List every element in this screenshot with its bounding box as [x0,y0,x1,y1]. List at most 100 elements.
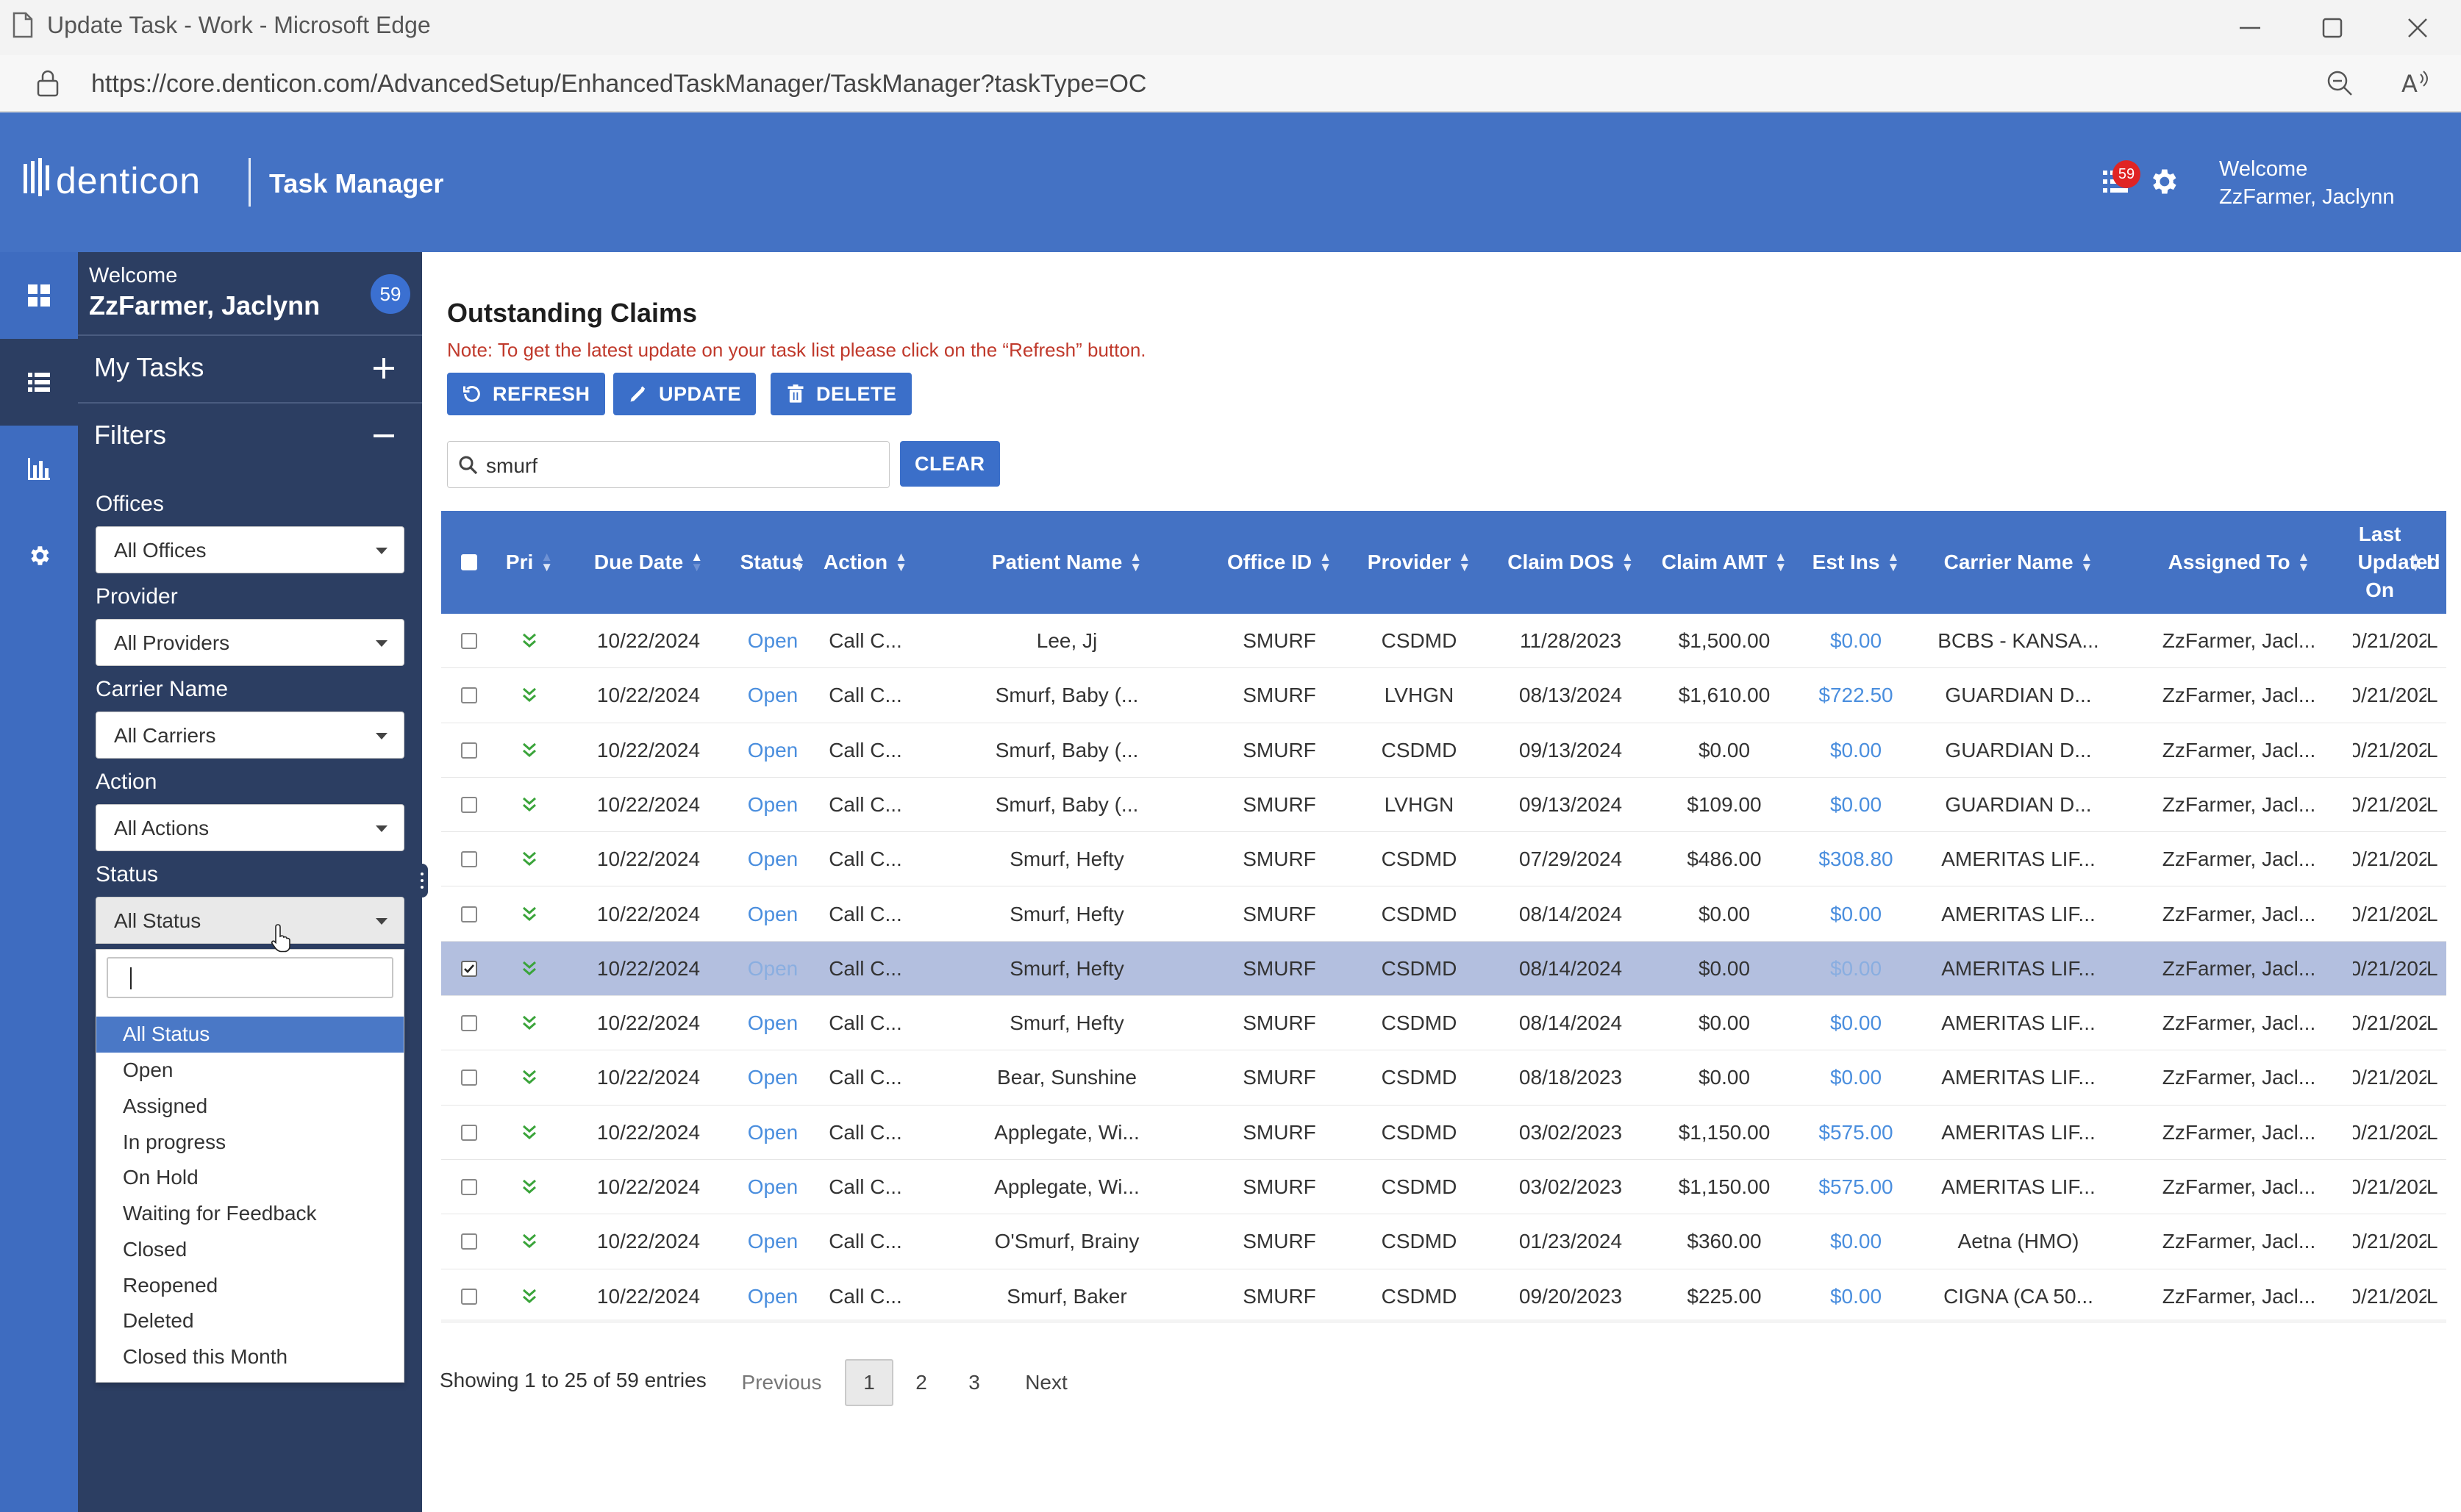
sort-icon[interactable]: ▲ ▼ [793,551,806,573]
status-select[interactable]: All Status [96,897,404,944]
cell-status[interactable]: Open [735,942,810,996]
cell-status[interactable]: Open [735,1106,810,1160]
cell-est[interactable]: $0.00 [1800,778,1912,832]
cell-est[interactable]: $0.00 [1800,996,1912,1050]
column-header-action[interactable]: Action ▲ ▼ [810,511,921,614]
column-header-due-date[interactable]: Due Date ▲ ▼ [562,511,735,614]
rail-reports[interactable] [0,426,78,512]
cell-status[interactable]: Open [735,614,810,668]
cell-est[interactable]: $575.00 [1800,1106,1912,1160]
url-text[interactable]: https://core.denticon.com/AdvancedSetup/… [91,70,1146,98]
column-header-pri[interactable]: Pri ▲ ▼ [497,511,562,614]
cell-status[interactable]: Open [735,832,810,886]
cell-patient[interactable]: Applegate, Wi... [921,1160,1213,1214]
cell-status[interactable]: Open [735,1214,810,1269]
sort-icon[interactable]: ▲ ▼ [2081,551,2093,573]
row-checkbox[interactable] [441,996,497,1050]
close-icon[interactable] [2403,13,2432,43]
status-option-closed-this-month[interactable]: Closed this Month [96,1339,404,1375]
cell-est[interactable]: $0.00 [1800,1214,1912,1269]
cell-status[interactable]: Open [735,1269,810,1323]
status-option-reopened[interactable]: Reopened [96,1268,404,1304]
search-input[interactable]: smurf [447,441,890,488]
rail-dashboard[interactable] [0,252,78,339]
filters-section[interactable]: Filters [78,402,422,468]
cell-status[interactable]: Open [735,1050,810,1105]
sort-icon[interactable]: ▲ ▼ [540,551,553,573]
cell-est[interactable]: $0.00 [1800,614,1912,668]
status-option-on-hold[interactable]: On Hold [96,1160,404,1196]
cell-est[interactable]: $0.00 [1800,942,1912,996]
table-row[interactable]: 10/22/2024 Open Call C... Bear, Sunshine SMU… [441,1050,2446,1106]
cell-status[interactable]: Open [735,778,810,832]
cell-patient[interactable]: Smurf, Hefty [921,887,1213,942]
cell-patient[interactable]: O'Smurf, Brainy [921,1214,1213,1269]
status-option-all-status[interactable]: All Status [96,1017,404,1053]
maximize-icon[interactable] [2318,13,2347,43]
table-row[interactable]: 10/22/2024 Open Call C... Smurf, Hefty SMURF… [441,941,2446,997]
cell-patient[interactable]: Applegate, Wi... [921,1106,1213,1160]
address-bar[interactable]: https://core.denticon.com/AdvancedSetup/… [0,55,2461,112]
read-aloud-icon[interactable]: A [2399,67,2431,99]
column-header-claim-dos[interactable]: Claim DOS ▲ ▼ [1493,511,1649,614]
cell-patient[interactable]: Smurf, Baker [921,1269,1213,1323]
refresh-button[interactable]: REFRESH [447,373,605,415]
column-header-patient-name[interactable]: Patient Name ▲ ▼ [921,511,1213,614]
row-checkbox[interactable] [441,1160,497,1214]
row-checkbox[interactable] [441,1106,497,1160]
rail-settings[interactable] [0,512,78,599]
row-checkbox[interactable] [441,1214,497,1269]
zoom-out-icon[interactable] [2325,68,2354,98]
row-checkbox[interactable] [441,778,497,832]
status-option-assigned[interactable]: Assigned [96,1089,404,1125]
minimize-icon[interactable] [2235,13,2265,43]
row-checkbox[interactable] [441,723,497,778]
column-header-est-ins[interactable]: Est Ins ▲ ▼ [1800,511,1912,614]
cell-est[interactable]: $0.00 [1800,887,1912,942]
cell-patient[interactable]: Smurf, Baby (... [921,778,1213,832]
column-header-l[interactable]: L [2426,511,2446,614]
minus-icon[interactable] [369,421,399,451]
row-checkbox[interactable] [441,1269,497,1323]
column-header-provider[interactable]: Provider ▲ ▼ [1346,511,1493,614]
table-row[interactable]: 10/22/2024 Open Call C... Smurf, Baby (... S… [441,723,2446,778]
status-option-deleted[interactable]: Deleted [96,1303,404,1339]
carrier-select[interactable]: All Carriers [96,712,404,759]
cell-status[interactable]: Open [735,1160,810,1214]
cell-status[interactable]: Open [735,996,810,1050]
plus-icon[interactable] [369,354,399,383]
lock-icon[interactable] [35,68,60,98]
status-option-open[interactable]: Open [96,1053,404,1089]
column-header-assigned-to[interactable]: Assigned To ▲ ▼ [2125,511,2353,614]
next-page[interactable]: Next [1013,1359,1079,1406]
table-row[interactable]: 10/22/2024 Open Call C... Smurf, Baby (... S… [441,777,2446,833]
cell-patient[interactable]: Smurf, Hefty [921,996,1213,1050]
cell-est[interactable]: $0.00 [1800,1050,1912,1105]
table-row[interactable]: 10/22/2024 Open Call C... Lee, Jj SMURF CSDMD… [441,614,2446,669]
status-search-input[interactable] [107,957,393,998]
header-welcome[interactable]: Welcome ZzFarmer, Jaclynn [2219,155,2395,211]
row-checkbox[interactable] [441,1050,497,1105]
column-header-carrier-name[interactable]: Carrier Name ▲ ▼ [1912,511,2125,614]
row-checkbox[interactable] [441,887,497,942]
status-option-waiting-for-feedback[interactable]: Waiting for Feedback [96,1196,404,1232]
update-button[interactable]: UPDATE [613,373,757,415]
cell-patient[interactable]: Lee, Jj [921,614,1213,668]
row-checkbox[interactable] [441,614,497,668]
table-row[interactable]: 10/22/2024 Open Call C... Applegate, Wi... S… [441,1160,2446,1215]
sort-icon[interactable]: ▲ ▼ [1621,551,1634,573]
rail-task-list[interactable] [0,339,78,426]
previous-page[interactable]: Previous [735,1359,828,1406]
cell-patient[interactable]: Smurf, Baby (... [921,723,1213,778]
cell-patient[interactable]: Smurf, Hefty [921,832,1213,886]
offices-select[interactable]: All Offices [96,526,404,573]
row-checkbox[interactable] [441,942,497,996]
page-3[interactable]: 3 [954,1359,995,1406]
clear-button[interactable]: CLEAR [900,441,1000,487]
cell-status[interactable]: Open [735,723,810,778]
sort-icon[interactable]: ▲ ▼ [1774,551,1787,573]
table-row[interactable]: 10/22/2024 Open Call C... Smurf, Hefty SMURF… [441,886,2446,942]
sort-icon[interactable]: ▲ ▼ [2298,551,2310,573]
delete-button[interactable]: DELETE [771,373,912,415]
status-option-in-progress[interactable]: In progress [96,1125,404,1161]
